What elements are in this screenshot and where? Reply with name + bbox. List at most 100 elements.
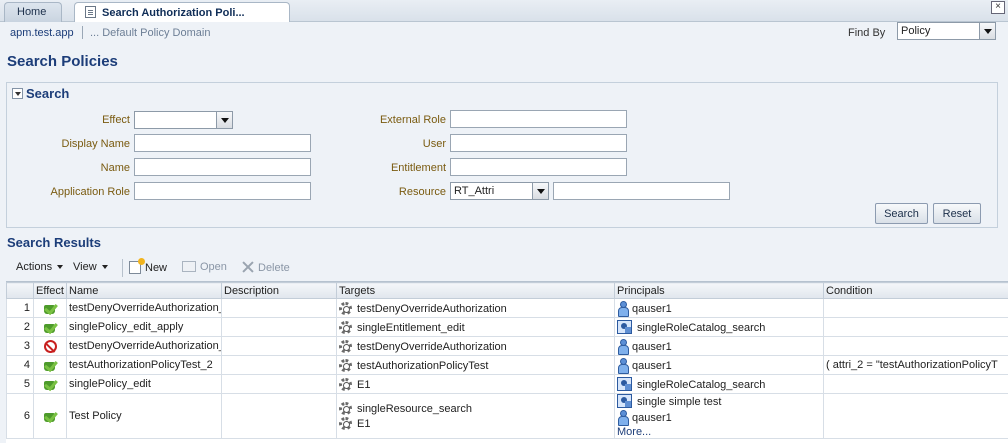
find-by-label: Find By <box>848 27 886 39</box>
table-row[interactable]: 6 Test Policy singleResource_search E1 singl… <box>6 393 1008 439</box>
policy-name-cell[interactable]: singlePolicy_edit <box>66 374 222 394</box>
chevron-down-icon <box>979 23 995 39</box>
condition-cell <box>823 393 1008 439</box>
row-number: 4 <box>6 355 34 375</box>
new-button-label: New <box>145 262 168 274</box>
policy-name-cell[interactable]: singlePolicy_edit_apply <box>66 317 222 337</box>
condition-cell <box>823 374 1008 394</box>
reset-button[interactable]: Reset <box>933 203 981 224</box>
resource-gear-icon <box>339 417 352 430</box>
app-role-icon <box>617 377 632 391</box>
column-header-condition[interactable]: Condition <box>823 282 1008 299</box>
user-input[interactable] <box>450 134 627 152</box>
resource-gear-icon <box>339 377 352 391</box>
more-principals-link[interactable]: More... <box>617 426 823 438</box>
resource-type-select[interactable]: RT_Attri <box>450 182 549 200</box>
delete-button-label: Delete <box>258 262 290 274</box>
results-table: Effect Name Description Targets Principa… <box>6 281 1008 443</box>
search-header-label: Search <box>26 86 70 101</box>
principal-item-text: qauser1 <box>632 360 672 372</box>
policy-name-cell[interactable]: testDenyOverrideAuthorization_ <box>66 298 222 318</box>
table-header-row: Effect Name Description Targets Principa… <box>6 282 1008 299</box>
table-row[interactable]: 3 testDenyOverrideAuthorization_ testDenyO… <box>6 336 1008 356</box>
external-role-input[interactable] <box>450 110 627 128</box>
search-panel <box>6 82 998 228</box>
grant-check-icon <box>43 410 58 423</box>
disclosure-toggle-icon[interactable] <box>12 88 23 99</box>
entitlement-label: Entitlement <box>390 162 446 174</box>
find-by-value: Policy <box>901 25 931 37</box>
table-row[interactable]: 4 testAuthorizationPolicyTest_2 testAuthor… <box>6 355 1008 375</box>
entitlement-input[interactable] <box>450 158 627 176</box>
effect-cell <box>33 336 67 356</box>
principals-cell: singleRoleCatalog_search <box>614 317 824 337</box>
tab-strip: Home Search Authorization Poli... × <box>0 0 1008 22</box>
effect-cell <box>33 374 67 394</box>
chevron-down-icon <box>216 112 232 128</box>
resource-gear-icon <box>339 320 352 334</box>
chevron-down-icon <box>532 183 548 199</box>
targets-cell: testDenyOverrideAuthorization <box>336 336 615 356</box>
resource-input[interactable] <box>553 182 730 200</box>
policy-name-cell[interactable]: Test Policy <box>66 393 222 439</box>
effect-select[interactable] <box>134 111 233 129</box>
column-header-description[interactable]: Description <box>221 282 337 299</box>
target-item-text: E1 <box>357 418 371 430</box>
principal-item: qauser1 <box>617 301 672 317</box>
condition-cell <box>823 336 1008 356</box>
principals-cell: qauser1 <box>614 355 824 375</box>
condition-cell: ( attri_2 = "testAuthorizationPolicyT <box>823 355 1008 375</box>
breadcrumb-app-link[interactable]: apm.test.app <box>10 27 74 39</box>
principal-item-text: single simple test <box>637 396 722 408</box>
policy-name-cell[interactable]: testAuthorizationPolicyTest_2 <box>66 355 222 375</box>
target-item-text: testDenyOverrideAuthorization <box>357 302 507 315</box>
delete-button[interactable]: Delete <box>242 261 290 274</box>
column-header-name[interactable]: Name <box>66 282 222 299</box>
table-row[interactable]: 1 testDenyOverrideAuthorization_ testDenyO… <box>6 298 1008 318</box>
page-title: Search Policies <box>7 53 118 70</box>
app-role-icon <box>617 394 632 408</box>
description-cell <box>221 336 337 356</box>
open-button-label: Open <box>200 261 227 273</box>
find-by-select[interactable]: Policy <box>897 22 996 40</box>
description-cell <box>221 298 337 318</box>
policy-name-cell[interactable]: testDenyOverrideAuthorization_ <box>66 336 222 356</box>
principal-item-text: qauser1 <box>632 412 672 424</box>
view-menu-label: View <box>73 261 97 273</box>
open-button[interactable]: Open <box>182 261 227 273</box>
user-icon <box>617 410 629 426</box>
tab-search-authorization-policies[interactable]: Search Authorization Poli... <box>74 2 290 22</box>
search-section-header[interactable]: Search <box>12 86 69 101</box>
display-name-input[interactable] <box>134 134 311 152</box>
tab-home[interactable]: Home <box>4 2 62 22</box>
grant-check-icon <box>43 321 58 334</box>
application-role-input[interactable] <box>134 182 311 200</box>
delete-icon <box>242 261 254 273</box>
table-row[interactable]: 2 singlePolicy_edit_apply singleEntitlemen… <box>6 317 1008 337</box>
row-number: 5 <box>6 374 34 394</box>
search-button[interactable]: Search <box>875 203 928 224</box>
targets-cell: E1 <box>336 374 615 394</box>
close-tab-button[interactable]: × <box>991 1 1005 14</box>
row-number: 3 <box>6 336 34 356</box>
name-input[interactable] <box>134 158 311 176</box>
external-role-label: External Role <box>379 114 446 126</box>
deny-icon <box>43 339 57 353</box>
column-header-targets[interactable]: Targets <box>336 282 615 299</box>
target-item: E1 <box>339 377 370 391</box>
resource-label: Resource <box>398 186 446 198</box>
target-item-text: testDenyOverrideAuthorization <box>357 340 507 353</box>
new-icon <box>129 258 145 274</box>
principal-item-text: qauser1 <box>632 303 672 315</box>
column-header-effect[interactable]: Effect <box>33 282 67 299</box>
effect-cell <box>33 298 67 318</box>
table-row[interactable]: 5 singlePolicy_edit E1 singleRoleCatalog_se… <box>6 374 1008 394</box>
column-header-principals[interactable]: Principals <box>614 282 824 299</box>
new-button[interactable]: New <box>129 258 168 274</box>
display-name-label: Display Name <box>61 138 130 150</box>
description-cell <box>221 317 337 337</box>
target-item: testAuthorizationPolicyTest <box>339 358 488 372</box>
targets-cell: testAuthorizationPolicyTest <box>336 355 615 375</box>
actions-menu[interactable]: Actions <box>16 261 64 273</box>
view-menu[interactable]: View <box>73 261 108 273</box>
